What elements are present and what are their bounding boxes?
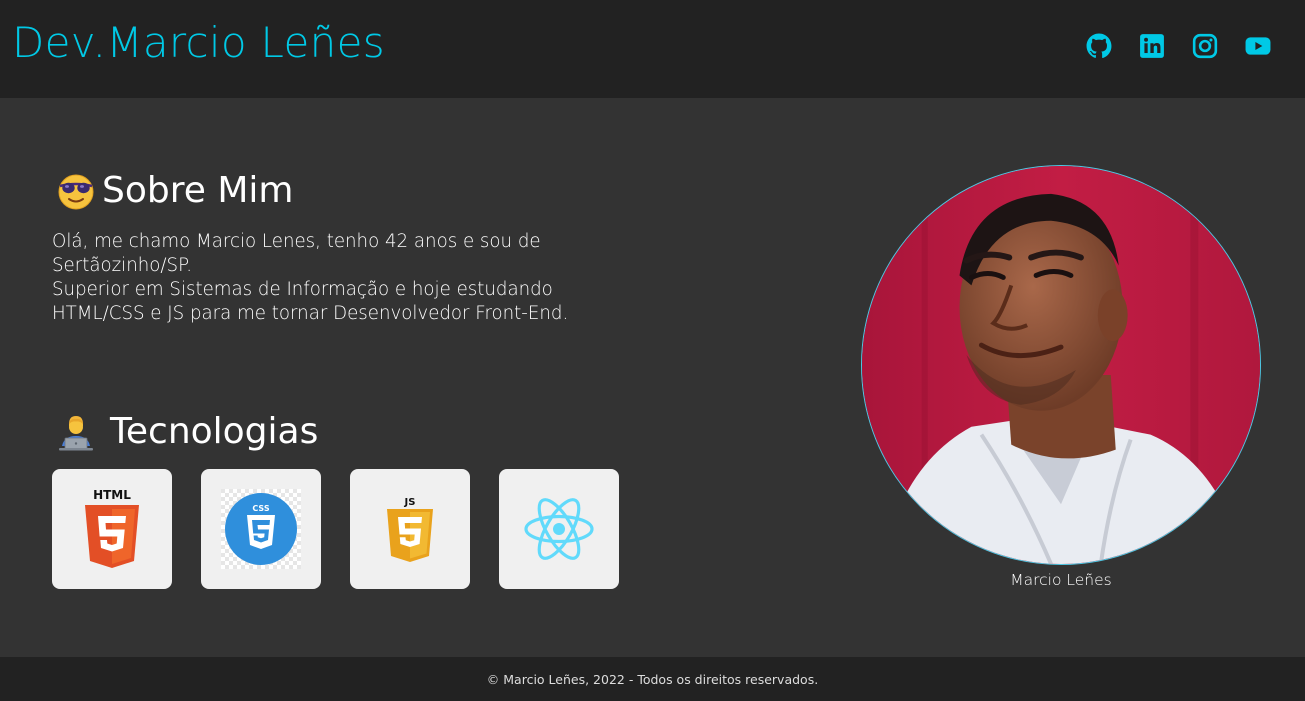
profile-caption: Marcio Leñes xyxy=(1010,571,1112,589)
tech-card-css[interactable]: CSS xyxy=(201,469,321,589)
site-header: Dev.Marcio Leñes xyxy=(0,0,1305,98)
svg-text:CSS: CSS xyxy=(252,504,269,513)
linkedin-icon xyxy=(1139,33,1165,59)
profile-photo xyxy=(861,165,1261,565)
tech-card-html[interactable]: HTML xyxy=(52,469,172,589)
tech-card-react[interactable] xyxy=(499,469,619,589)
svg-text:HTML: HTML xyxy=(93,488,131,502)
about-title: Sobre Mim xyxy=(56,170,293,211)
about-line-3: Superior em Sistemas de Informação e hoj… xyxy=(52,279,553,300)
tech-title-text: Tecnologias xyxy=(110,411,319,452)
svg-text:JS: JS xyxy=(404,497,416,508)
about-line-4: HTML/CSS e JS para me tornar Desenvolved… xyxy=(52,303,569,324)
about-line-2: Sertãozinho/SP. xyxy=(52,255,192,276)
about-description: Olá, me chamo Marcio Lenes, tenho 42 ano… xyxy=(52,230,612,326)
instagram-link[interactable] xyxy=(1192,33,1218,59)
youtube-icon xyxy=(1245,33,1271,59)
github-icon xyxy=(1086,33,1112,59)
site-footer: © Marcio Leñes, 2022 - Todos os direitos… xyxy=(0,657,1305,701)
youtube-link[interactable] xyxy=(1245,33,1271,59)
social-links xyxy=(1086,33,1271,59)
react-icon xyxy=(523,497,595,561)
site-brand[interactable]: Dev.Marcio Leñes xyxy=(12,18,385,67)
github-link[interactable] xyxy=(1086,33,1112,59)
tech-card-js[interactable]: JS xyxy=(350,469,470,589)
html5-icon: HTML xyxy=(80,487,144,571)
footer-text: © Marcio Leñes, 2022 - Todos os direitos… xyxy=(486,671,819,687)
linkedin-link[interactable] xyxy=(1139,33,1165,59)
about-title-text: Sobre Mim xyxy=(102,170,294,211)
instagram-icon xyxy=(1192,33,1218,59)
tech-title: Tecnologias xyxy=(56,411,318,452)
technologist-icon xyxy=(56,412,96,452)
smiling-face-with-sunglasses-icon xyxy=(56,171,96,211)
about-line-1: Olá, me chamo Marcio Lenes, tenho 42 ano… xyxy=(52,231,541,252)
javascript-icon: JS xyxy=(385,494,435,564)
css3-icon: CSS xyxy=(221,489,301,569)
main-content: Sobre Mim Olá, me chamo Marcio Lenes, te… xyxy=(0,98,1305,657)
